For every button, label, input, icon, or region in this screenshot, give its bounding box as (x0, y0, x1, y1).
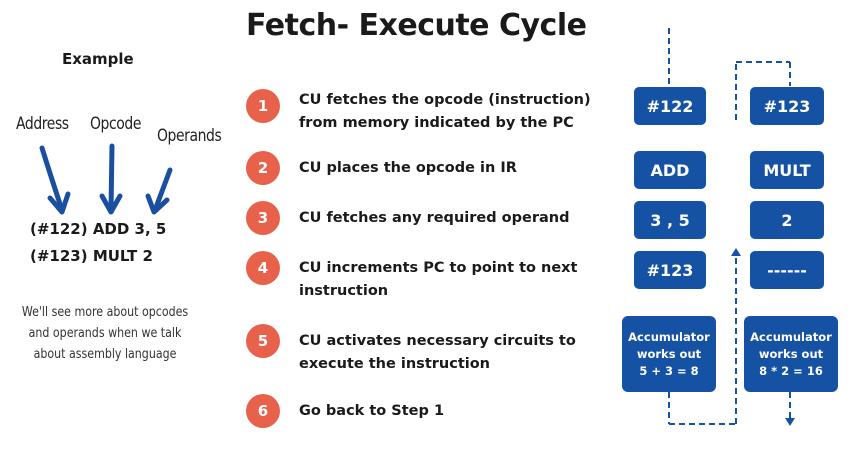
col1-opcode-box: ADD (634, 151, 706, 189)
col2-acc-line1: Accumulator (750, 329, 832, 344)
down-arrow-icon (785, 418, 795, 426)
col2-acc-line2: works out (758, 346, 824, 361)
col2-address-box: #123 (750, 87, 824, 125)
col1-address-box: #122 (634, 87, 706, 125)
step-4-text: CU increments PC to point to next instru… (299, 260, 578, 299)
step-3-badge: 3 (246, 201, 280, 235)
step-2-badge: 2 (246, 151, 280, 185)
step-5-badge: 5 (246, 324, 280, 358)
step-6-badge: 6 (246, 394, 280, 428)
assembly-note: We'll see more about opcodes and operand… (21, 305, 189, 362)
step-4-badge: 4 (246, 251, 280, 285)
example-heading: Example (62, 50, 134, 68)
col1-acc-line2: works out (636, 346, 702, 361)
address-label: Address (16, 114, 69, 134)
operands-down-arrow-icon (145, 167, 173, 215)
col2-opcode-box: MULT (750, 151, 824, 189)
step-2-text: CU places the opcode in IR (299, 160, 517, 176)
operands-label: Operands (157, 126, 222, 146)
step-1-text: CU fetches the opcode (instruction) from… (299, 92, 591, 131)
page-title: Fetch- Execute Cycle (246, 8, 587, 43)
step-5-text: CU activates necessary circuits to execu… (299, 333, 576, 372)
address-down-arrow-icon (39, 145, 71, 215)
code-line-1: (#122) ADD 3, 5 (30, 220, 167, 238)
opcode-down-arrow-icon (99, 143, 123, 215)
step-6-text: Go back to Step 1 (299, 403, 445, 419)
col2-accumulator-box: Accumulator works out 8 * 2 = 16 (744, 316, 838, 392)
code-line-2: (#123) MULT 2 (30, 247, 153, 265)
col1-accumulator-box: Accumulator works out 5 + 3 = 8 (622, 316, 716, 392)
step-3-text: CU fetches any required operand (299, 210, 570, 226)
step-1-badge: 1 (246, 89, 280, 123)
col1-acc-line3: 5 + 3 = 8 (639, 363, 699, 378)
opcode-label: Opcode (90, 114, 141, 134)
up-arrow-icon (731, 248, 741, 256)
col1-operands-box: 3 , 5 (634, 201, 706, 239)
col1-acc-line1: Accumulator (628, 329, 710, 344)
col2-next-pc-box: ------ (750, 251, 824, 289)
col2-operands-box: 2 (750, 201, 824, 239)
col2-acc-line3: 8 * 2 = 16 (759, 363, 823, 378)
col1-next-pc-box: #123 (634, 251, 706, 289)
